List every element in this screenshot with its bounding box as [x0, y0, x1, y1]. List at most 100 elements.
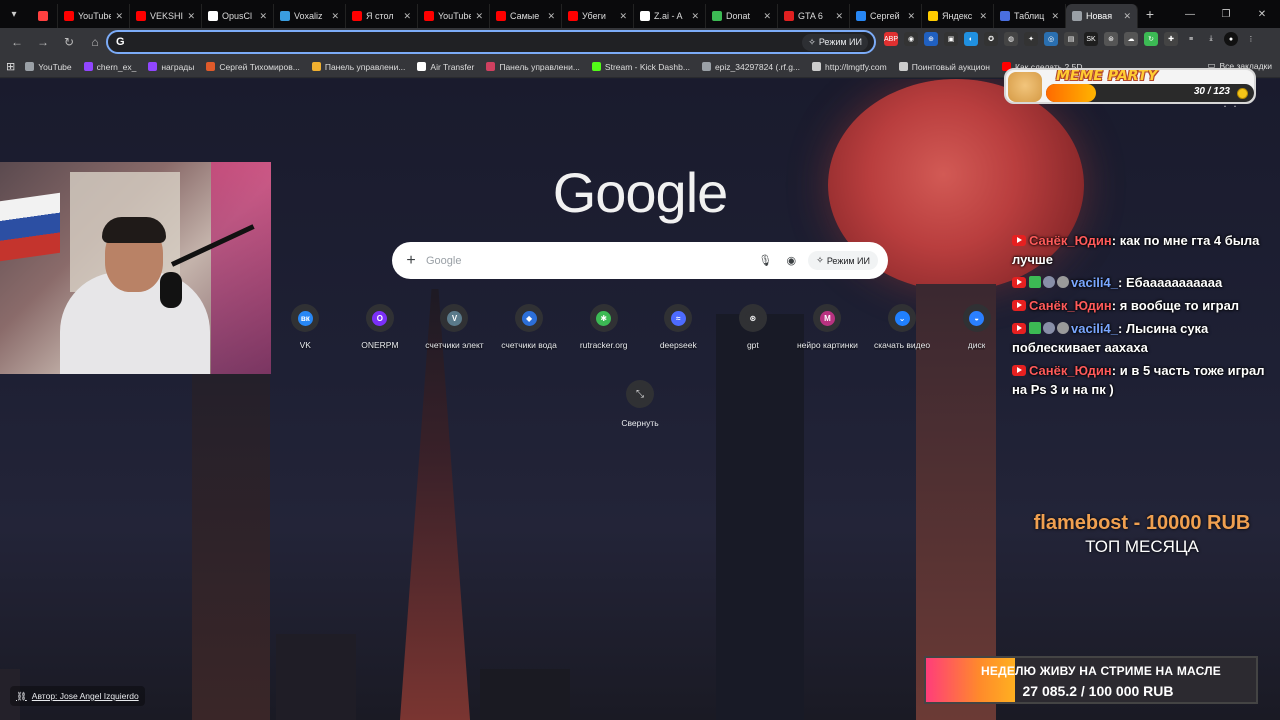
extension-icon-3[interactable]: ⊕	[924, 32, 938, 46]
bookmark-item[interactable]: Stream - Kick Dashb...	[591, 61, 690, 72]
shortcut-tile[interactable]: ≈ deepseek	[641, 304, 716, 350]
bookmark-item[interactable]: Панель управлени...	[486, 62, 580, 72]
new-tab-button[interactable]: +	[1138, 6, 1162, 22]
browser-tab[interactable]: YouTube ✕	[58, 4, 130, 28]
maximize-icon[interactable]: ❐	[1208, 0, 1244, 28]
browser-tab[interactable]: VEKSHI ✕	[130, 4, 202, 28]
tab-close-icon[interactable]: ✕	[619, 11, 627, 22]
google-lens-camera-icon[interactable]: ◉	[782, 252, 800, 270]
tab-search-icon[interactable]: ▾	[0, 0, 28, 28]
extension-icon-14[interactable]: ↻	[1144, 32, 1158, 46]
bookmark-favicon-icon	[898, 62, 908, 71]
tab-close-icon[interactable]: ✕	[475, 11, 483, 22]
google-search-box[interactable]: + 🎙 ◉ ✧ Режим ИИ	[392, 242, 888, 279]
tab-close-icon[interactable]: ✕	[1123, 11, 1131, 22]
chat-separator: :	[1111, 298, 1120, 313]
tab-active[interactable]: Новая ✕	[1066, 4, 1138, 28]
bookmark-item[interactable]: Поинтовый аукцион	[898, 62, 990, 72]
browser-tab[interactable]: GTA 6 ✕	[778, 4, 850, 28]
close-window-icon[interactable]: ✕	[1244, 0, 1280, 28]
browser-tab[interactable]: Убеги ✕	[562, 4, 634, 28]
omnibox-input[interactable]	[128, 36, 803, 48]
omnibox-ai-mode-button[interactable]: ✧ Режим ИИ	[802, 33, 868, 51]
extension-icon-9[interactable]: ◎	[1044, 32, 1058, 46]
extension-icon-11[interactable]: SK	[1084, 32, 1098, 46]
shortcut-tile[interactable]: ◒ диск	[939, 304, 1014, 350]
browser-tab[interactable]: Самые ✕	[490, 4, 562, 28]
extension-icon-7[interactable]: ◍	[1004, 32, 1018, 46]
voice-search-microphone-icon[interactable]: 🎙	[756, 252, 774, 270]
browser-tab[interactable]: Z.ai - A ✕	[634, 4, 706, 28]
tab-close-icon[interactable]: ✕	[547, 11, 555, 22]
google-search-input[interactable]	[426, 254, 749, 267]
browser-tab[interactable]: Яндекс ✕	[922, 4, 994, 28]
apps-grid-icon[interactable]: ⊞	[6, 60, 15, 73]
shortcut-label: deepseek	[659, 340, 697, 350]
extension-icon-13[interactable]: ☁	[1124, 32, 1138, 46]
tab-close-icon[interactable]: ✕	[907, 11, 915, 22]
bookmark-item[interactable]: http://lmgtfy.com	[812, 62, 887, 72]
bookmark-item[interactable]: Air Transfer	[417, 62, 474, 72]
browser-tab[interactable]: Я стол ✕	[346, 4, 418, 28]
profile-avatar-icon[interactable]: ●	[1224, 32, 1238, 46]
adblock-extension-icon[interactable]: ABP	[884, 32, 898, 46]
minimize-icon[interactable]: —	[1172, 0, 1208, 28]
shortcut-icon-circle: ◒	[962, 304, 991, 332]
browser-menu-icon[interactable]: ⋮	[1244, 32, 1258, 46]
tab-close-icon[interactable]: ✕	[835, 11, 843, 22]
background-author-link[interactable]: ⛓ Автор: Jose Angel Izquierdo	[10, 686, 145, 706]
shortcut-tile[interactable]: O ONERPM	[343, 304, 418, 350]
tab-close-icon[interactable]: ✕	[1051, 11, 1059, 22]
shortcut-tile[interactable]: ⌄ скачать видео	[865, 304, 940, 350]
collapse-shortcuts-button[interactable]: ⤡ Свернуть	[612, 380, 668, 428]
extension-icon-4[interactable]: ▣	[944, 32, 958, 46]
search-ai-mode-button[interactable]: ✧ Режим ИИ	[808, 251, 878, 270]
address-bar[interactable]: G ✧ Режим ИИ	[106, 30, 876, 54]
browser-tab[interactable]: Сергей ✕	[850, 4, 922, 28]
browser-tab[interactable]	[28, 4, 58, 28]
back-icon[interactable]: ←	[6, 31, 28, 53]
extension-icon-5[interactable]: ◐	[964, 32, 978, 46]
bookmark-item[interactable]: Панель управлени...	[311, 62, 405, 72]
shortcut-tile[interactable]: Mнейро картинки	[790, 304, 865, 350]
reload-icon[interactable]: ↻	[58, 31, 80, 53]
tab-close-icon[interactable]: ✕	[403, 11, 411, 22]
bookmark-item[interactable]: chern_ex_	[83, 62, 136, 72]
tab-close-icon[interactable]: ✕	[115, 11, 123, 22]
extension-icon-12[interactable]: ⊛	[1104, 32, 1118, 46]
browser-tab[interactable]: Donat ✕	[706, 4, 778, 28]
bookmark-item[interactable]: награды	[148, 62, 194, 72]
bookmark-label: http://lmgtfy.com	[825, 61, 887, 72]
browser-toolbar: ← → ↻ ⌂ G ✧ Режим ИИ ABP ◉ ⊕ ▣ ◐ ✪ ◍ ✦ ◎…	[0, 28, 1280, 56]
bookmark-label: Stream - Kick Dashb...	[604, 61, 690, 72]
bookmark-item[interactable]: epiz_34297824 (.rf.g...	[701, 62, 800, 72]
add-file-plus-icon[interactable]: +	[404, 252, 418, 270]
tab-close-icon[interactable]: ✕	[259, 11, 267, 22]
tab-close-icon[interactable]: ✕	[763, 11, 771, 22]
shortcut-tile[interactable]: Vсчетчики элект	[417, 304, 492, 350]
tab-close-icon[interactable]: ✕	[187, 11, 195, 22]
extension-icon-2[interactable]: ◉	[904, 32, 918, 46]
media-icon[interactable]: ≡	[1184, 32, 1198, 46]
browser-tab[interactable]: YouTube ✕	[418, 4, 490, 28]
bookmark-item[interactable]: Сергей Тихомиров...	[206, 62, 300, 72]
browser-tab[interactable]: Voxaliz ✕	[274, 4, 346, 28]
download-icon[interactable]: ⤓	[1204, 32, 1218, 46]
extension-icon-10[interactable]: ▤	[1064, 32, 1078, 46]
forward-icon[interactable]: →	[32, 31, 54, 53]
tab-close-icon[interactable]: ✕	[691, 11, 699, 22]
shortcut-tile[interactable]: ⊛ gpt	[716, 304, 791, 350]
shortcut-tile[interactable]: ✱ rutracker.org	[566, 304, 641, 350]
extension-icon-6[interactable]: ✪	[984, 32, 998, 46]
tab-close-icon[interactable]: ✕	[331, 11, 339, 22]
tab-close-icon[interactable]: ✕	[979, 11, 987, 22]
shortcut-tile[interactable]: вк VK	[268, 304, 343, 350]
bookmark-item[interactable]: YouTube	[25, 62, 72, 72]
home-icon[interactable]: ⌂	[84, 31, 106, 53]
extensions-puzzle-icon[interactable]: ✚	[1164, 32, 1178, 46]
browser-tab[interactable]: OpusCl ✕	[202, 4, 274, 28]
shortcut-tile[interactable]: ◆ счетчики вода	[492, 304, 567, 350]
extension-icon-8[interactable]: ✦	[1024, 32, 1038, 46]
browser-tab[interactable]: Таблиц ✕	[994, 4, 1066, 28]
shortcut-favicon-icon: ◆	[521, 310, 537, 326]
